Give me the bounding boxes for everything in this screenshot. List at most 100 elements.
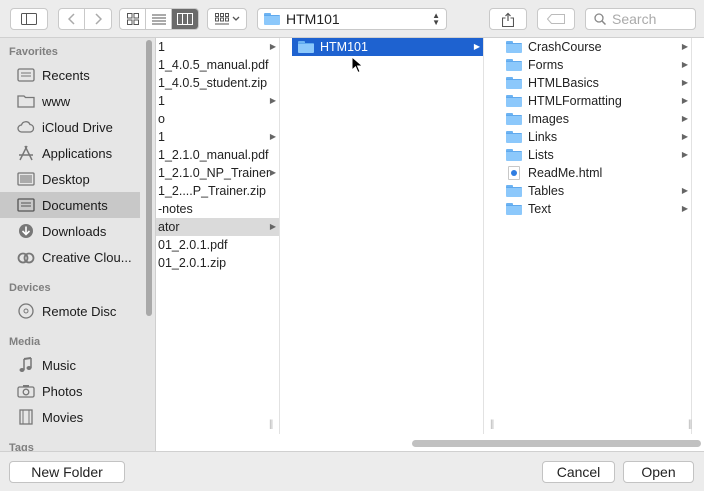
documents-icon [16,196,36,214]
sidebar-item-label: Creative Clou... [42,249,132,265]
list-item[interactable]: -notes [156,200,279,218]
sidebar-item-applications[interactable]: Applications [0,140,140,166]
sidebar-item-creative-cloud[interactable]: Creative Clou... [0,244,140,270]
sidebar-item-label: Applications [42,145,113,161]
list-item-links[interactable]: Links ▶ [500,128,691,146]
list-item-htmlbasics[interactable]: HTMLBasics ▶ [500,74,691,92]
film-icon [16,408,36,426]
list-item[interactable]: 01_2.0.1.zip [156,254,279,272]
list-item[interactable]: 1_2.1.0_manual.pdf [156,146,279,164]
folder-icon [506,41,522,53]
list-item[interactable]: 1_2....P_Trainer.zip [156,182,279,200]
new-folder-button[interactable]: New Folder [9,461,125,483]
navigation-buttons [58,8,112,30]
path-label: HTM101 [286,11,340,27]
sidebar-item-music[interactable]: Music [0,352,140,378]
back-button[interactable] [59,9,85,29]
list-item-selected-path[interactable]: ator ▶ [156,218,279,236]
sidebar-item-label: Photos [42,383,83,399]
column-browser: 1 ▶ 1_4.0.5_manual.pdf 1_4.0.5_student.zi… [156,38,704,451]
share-button[interactable] [489,8,527,30]
tag-button[interactable] [537,8,575,30]
disc-icon [16,302,36,320]
sidebar-item-label: Music [42,357,76,373]
arrange-button[interactable] [207,8,247,30]
list-item[interactable]: 1 ▶ [156,38,279,56]
folder-icon [16,92,36,110]
sidebar-item-desktop[interactable]: Desktop [0,166,140,192]
disclosure-arrow-icon: ▶ [681,150,688,159]
sidebar-item-www[interactable]: www [0,88,140,114]
column-documents: 1 ▶ 1_4.0.5_manual.pdf 1_4.0.5_student.zi… [156,38,280,434]
cloud-icon [16,118,36,136]
list-item[interactable]: 1_4.0.5_manual.pdf [156,56,279,74]
columns-icon [177,13,193,25]
creative-cloud-icon [16,248,36,266]
horizontal-scrollbar[interactable] [412,440,701,447]
column-view-button[interactable] [172,9,198,29]
list-item-crashcourse[interactable]: CrashCourse ▶ [500,38,691,56]
tag-icon [547,14,565,24]
sidebar-toggle-button[interactable] [10,8,48,30]
folder-icon [506,77,522,89]
sidebar-item-icloud-drive[interactable]: iCloud Drive [0,114,140,140]
sidebar-icon [21,13,37,25]
chevron-down-icon [232,16,239,21]
list-item[interactable]: 1 ▶ [156,92,279,110]
favorites-header: Favorites [9,46,58,58]
list-item-tables[interactable]: Tables ▶ [500,182,691,200]
sidebar: Favorites Recents www iCloud Drive Appli… [0,38,156,451]
folder-icon [506,149,522,161]
cancel-button[interactable]: Cancel [542,461,615,483]
downloads-icon [16,222,36,240]
search-field[interactable]: Search [585,8,696,30]
folder-icon [264,13,280,25]
sidebar-item-label: Movies [42,409,84,425]
view-mode-buttons [119,8,199,30]
column-resize-handle[interactable]: || [688,419,692,430]
sidebar-item-label: www [42,93,71,109]
sidebar-item-documents[interactable]: Documents [0,192,140,218]
column-resize-handle[interactable]: || [269,419,273,430]
list-item-htmlformatting[interactable]: HTMLFormatting ▶ [500,92,691,110]
sidebar-item-recents[interactable]: Recents [0,62,140,88]
list-item-forms[interactable]: Forms ▶ [500,56,691,74]
list-item-htm101[interactable]: HTM101 ▶ [292,38,483,56]
sidebar-item-remote-disc[interactable]: Remote Disc [0,298,140,324]
disclosure-arrow-icon: ▶ [269,96,276,105]
column-htm101: CrashCourse ▶ Forms ▶ HTMLBasics ▶ HTMLForm… [500,38,692,434]
chevron-left-icon [67,13,75,25]
disclosure-arrow-icon: ▶ [681,96,688,105]
html-file-icon [508,166,520,180]
sidebar-item-photos[interactable]: Photos [0,378,140,404]
list-item[interactable]: 01_2.0.1.pdf [156,236,279,254]
list-item-text[interactable]: Text ▶ [500,200,691,218]
list-item[interactable]: 1_4.0.5_student.zip [156,74,279,92]
list-item[interactable]: o [156,110,279,128]
toolbar: HTM101 ▲ ▼ Search [0,0,704,38]
sidebar-item-movies[interactable]: Movies [0,404,140,430]
list-icon [151,14,166,24]
sidebar-scrollbar[interactable] [146,40,152,316]
list-item-readme-html[interactable]: ReadMe.html [500,164,691,182]
sidebar-item-label: Documents [42,197,108,213]
share-icon [502,12,514,27]
desktop-icon [16,170,36,188]
path-popup[interactable]: HTM101 ▲ ▼ [257,8,447,30]
icon-view-button[interactable] [120,9,146,29]
list-item[interactable]: 1 ▶ [156,128,279,146]
list-item-lists[interactable]: Lists ▶ [500,146,691,164]
forward-button[interactable] [85,9,111,29]
sidebar-item-downloads[interactable]: Downloads [0,218,140,244]
list-view-button[interactable] [146,9,172,29]
list-item-images[interactable]: Images ▶ [500,110,691,128]
disclosure-arrow-icon: ▶ [681,60,688,69]
column-resize-handle[interactable]: || [490,419,494,430]
folder-icon [506,131,522,143]
sidebar-item-label: Downloads [42,223,107,239]
open-button[interactable]: Open [623,461,694,483]
disclosure-arrow-icon: ▶ [269,168,276,177]
folder-icon [506,185,522,197]
list-item[interactable]: 1_2.1.0_NP_Trainer ▶ [156,164,279,182]
music-icon [16,356,36,374]
